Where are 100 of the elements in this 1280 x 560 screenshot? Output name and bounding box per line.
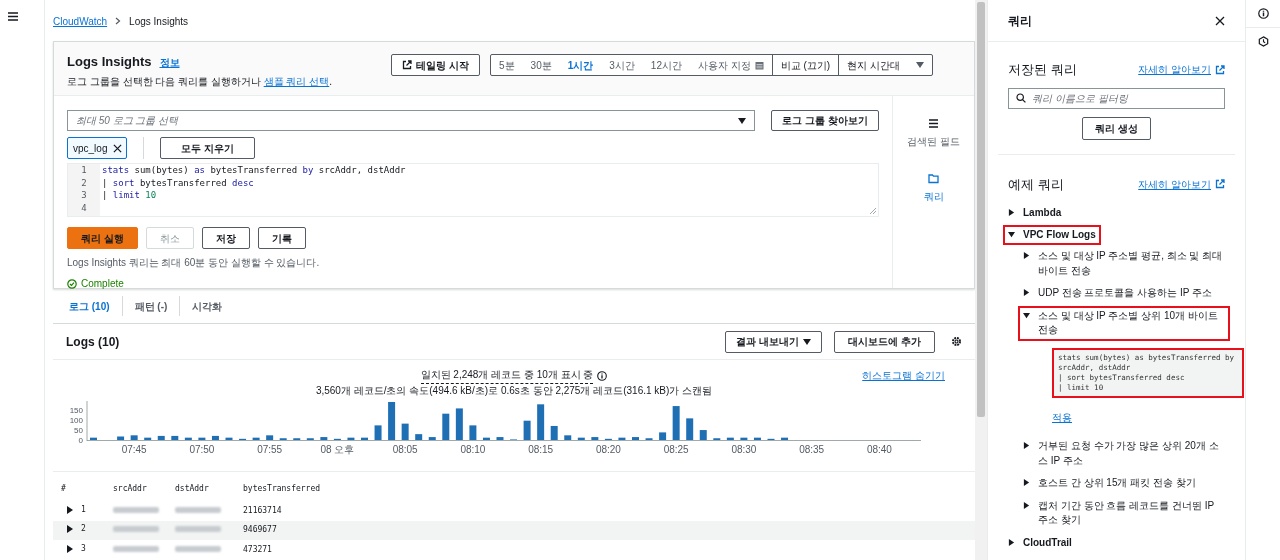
- example-query-item[interactable]: 소스 및 대상 IP 주소별 상위 10개 바이트 전송: [1018, 305, 1230, 341]
- section-title: 저장된 쿼리: [1008, 61, 1077, 79]
- time-range-option[interactable]: 5분: [491, 57, 523, 73]
- result-tab[interactable]: 로그 (10): [57, 289, 122, 323]
- time-range-option[interactable]: 12시간: [642, 57, 690, 73]
- x-tick-label: 07:50: [189, 444, 215, 455]
- section-title: 예제 쿼리: [1008, 175, 1064, 194]
- histogram-bar: [550, 425, 558, 440]
- tail-button[interactable]: 테일링 시작: [391, 54, 481, 76]
- histogram-bar: [184, 437, 192, 440]
- histogram-bar: [442, 413, 450, 440]
- histogram-bar: [699, 430, 707, 440]
- info-icon[interactable]: [597, 370, 608, 381]
- expanded-caret-icon: [1023, 311, 1030, 319]
- table-cell: 9469677: [243, 520, 975, 540]
- time-range-option[interactable]: 3시간: [601, 57, 643, 73]
- x-tick-label: 08:20: [595, 444, 621, 455]
- close-icon[interactable]: [1215, 15, 1225, 26]
- example-query-item[interactable]: 소스 및 대상 IP 주소별 평균, 최소 및 최대 바이트 전송: [1018, 246, 1230, 281]
- learn-more-link[interactable]: 자세히 알아보기: [1138, 62, 1225, 78]
- code-line: stats sum(bytes) as bytesTransferred by srcAddr, dstAddr: [102, 164, 407, 177]
- calendar-icon: [754, 60, 764, 70]
- histogram-bar: [90, 437, 97, 440]
- histogram-bar: [618, 437, 626, 440]
- expand-icon[interactable]: [67, 505, 73, 514]
- timezone-select[interactable]: 현지 시간대: [838, 55, 932, 75]
- x-tick-label: 08 오후: [320, 444, 355, 455]
- redacted-text: [113, 506, 159, 513]
- x-tick-label: 08:30: [731, 444, 757, 455]
- row-number: 2: [81, 523, 86, 536]
- x-tick-label: 07:45: [121, 444, 147, 455]
- query-category[interactable]: CloudTrail: [1003, 532, 1077, 553]
- side-panel-tab[interactable]: 검색된 필드: [893, 118, 974, 148]
- time-range-option[interactable]: 30분: [522, 57, 560, 73]
- example-query-item[interactable]: 호스트 간 상위 15개 패킷 전송 찾기: [1018, 473, 1201, 494]
- clear-all-button[interactable]: 모두 지우기: [160, 137, 256, 159]
- action-button[interactable]: 저장: [201, 227, 250, 249]
- sample-query-link[interactable]: 샘플 쿼리 선택: [263, 75, 330, 87]
- page-title: Logs Insights: [67, 53, 152, 71]
- run-query-button[interactable]: 쿼리 실행: [67, 227, 138, 249]
- histogram-bar: [564, 435, 572, 440]
- redacted-text: [175, 526, 221, 533]
- line-number: 4: [80, 201, 88, 214]
- folder-icon: [928, 173, 939, 185]
- histogram-bar: [225, 437, 233, 440]
- example-query-item[interactable]: 거부된 요청 수가 가장 많은 상위 20개 소스 IP 주소: [1018, 436, 1230, 471]
- scrollbar-thumb[interactable]: [977, 2, 985, 417]
- y-axis: 0 50 100 150: [69, 400, 88, 445]
- settings-icon[interactable]: [951, 336, 962, 347]
- histogram-bar: [130, 435, 138, 440]
- y-tick-label: 0: [78, 435, 84, 445]
- external-link-icon: [1215, 64, 1225, 75]
- result-tab[interactable]: 시각화: [180, 289, 235, 323]
- external-link-icon: [402, 60, 413, 70]
- resize-handle-icon[interactable]: [870, 208, 876, 214]
- logs-title: Logs (10): [66, 333, 120, 351]
- collapsed-caret-icon: [1008, 538, 1015, 546]
- histogram-bar: [374, 425, 382, 440]
- time-range-option[interactable]: 사용자 지정: [690, 57, 772, 73]
- histogram-bar: [320, 437, 328, 440]
- breadcrumb-link[interactable]: CloudWatch: [53, 13, 108, 29]
- query-category[interactable]: VPC Flow Logs: [1003, 224, 1101, 245]
- column-header: srcAddr: [113, 484, 147, 493]
- hide-histogram-link[interactable]: 히스토그램 숨기기: [862, 368, 945, 383]
- example-query-item[interactable]: UDP 전송 프로토콜을 사용하는 IP 주소: [1018, 283, 1218, 304]
- query-category[interactable]: Lambda: [1003, 203, 1067, 224]
- browse-button[interactable]: 로그 그룹 찾아보기: [771, 110, 879, 131]
- result-tab[interactable]: 패턴 (-): [122, 289, 180, 323]
- collapsed-caret-icon: [1023, 289, 1030, 296]
- time-range-option[interactable]: 1시간: [559, 57, 602, 73]
- create-query-button[interactable]: 쿼리 생성: [1082, 116, 1151, 140]
- filter-field[interactable]: 쿼리 이름으로 필터링: [1008, 87, 1225, 109]
- compare-toggle[interactable]: 비교 (끄기): [771, 55, 839, 75]
- example-query-item[interactable]: 캡처 기간 동안 흐름 레코드를 건너뛴 IP 주소 찾기: [1018, 495, 1230, 531]
- log-group-token: vpc_log: [67, 137, 128, 159]
- side-panel-tab[interactable]: 쿼리: [893, 173, 974, 203]
- y-tick-label: 150: [69, 406, 84, 416]
- dashboard-button[interactable]: 대시보드에 추가: [834, 330, 935, 353]
- expand-icon[interactable]: [67, 525, 73, 534]
- histogram-bar: [781, 437, 789, 440]
- menu-icon[interactable]: [8, 11, 18, 21]
- clock-icon[interactable]: [1257, 36, 1269, 47]
- histogram-bar: [726, 437, 734, 440]
- learn-more-link[interactable]: 자세히 알아보기: [1138, 176, 1225, 192]
- log-group-select[interactable]: 최대 50 로그 그룹 선택: [67, 110, 756, 131]
- expand-icon[interactable]: [67, 544, 73, 553]
- histogram-bar: [672, 406, 680, 440]
- close-icon[interactable]: [113, 143, 123, 153]
- row-number: 3: [81, 542, 86, 555]
- redacted-text: [175, 545, 221, 552]
- x-tick-label: 08:15: [528, 444, 554, 455]
- collapsed-caret-icon: [1008, 209, 1015, 216]
- histogram-bar: [523, 420, 531, 440]
- export-button[interactable]: 결과 내보내기: [725, 330, 823, 353]
- action-button[interactable]: 기록: [257, 227, 306, 249]
- info-link[interactable]: 정보: [159, 55, 180, 70]
- query-editor[interactable]: 1 2 3 4 stats sum(bytes) as bytesTransferred by srcAddr, dstAddr | sort bytesTransferred desc | limit 10: [67, 163, 879, 217]
- apply-link[interactable]: 적용: [1052, 410, 1072, 425]
- info-icon[interactable]: [1257, 8, 1269, 19]
- histogram-bar: [686, 418, 694, 440]
